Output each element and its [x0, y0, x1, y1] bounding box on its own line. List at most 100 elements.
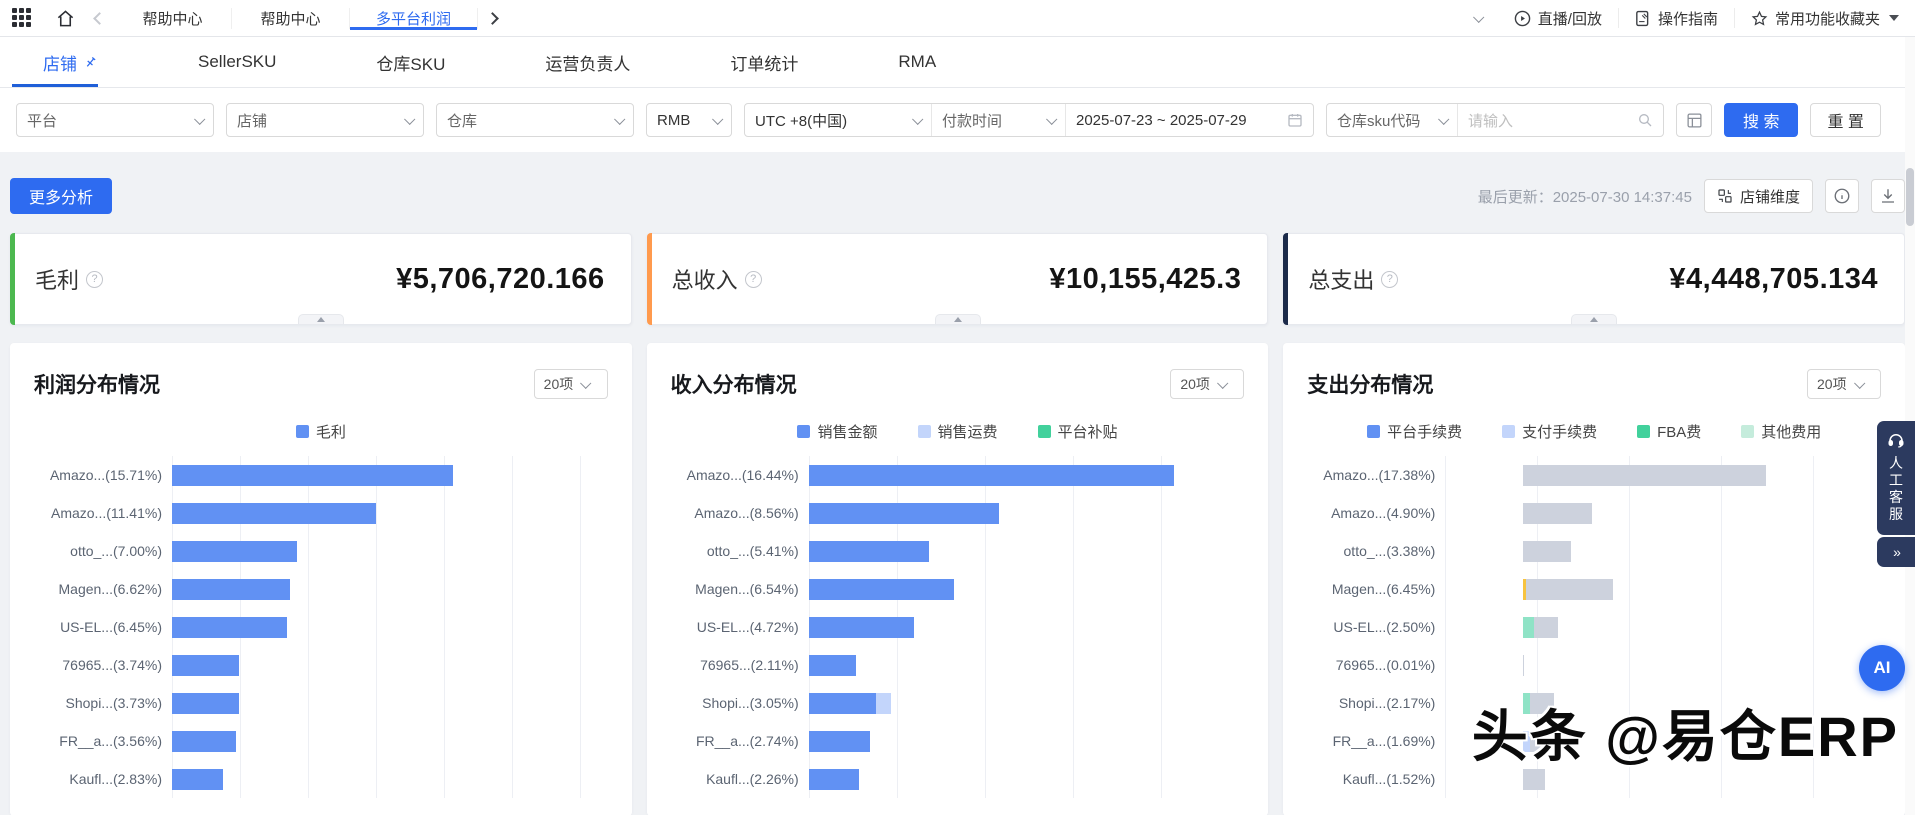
bar-segment[interactable]: [172, 465, 453, 486]
bar-segment[interactable]: [1530, 693, 1553, 714]
warehouse-select[interactable]: 仓库: [436, 103, 634, 137]
scrollbar-thumb[interactable]: [1906, 168, 1914, 226]
tab-scroll-right-icon[interactable]: [478, 0, 507, 36]
bar-segment[interactable]: [172, 769, 223, 790]
bar-segment[interactable]: [1534, 617, 1558, 638]
chart-legend: 毛利: [34, 421, 608, 442]
download-button[interactable]: [1871, 179, 1905, 213]
chart-plot: [172, 456, 608, 798]
support-collapse-button[interactable]: »: [1877, 537, 1915, 567]
date-range-picker[interactable]: 2025-07-23 ~ 2025-07-29: [1065, 104, 1313, 136]
bar-segment[interactable]: [172, 617, 287, 638]
bar-segment[interactable]: [809, 655, 856, 676]
legend-item[interactable]: 销售运费: [918, 421, 998, 442]
category-labels: Amazo...(17.38%)Amazo...(4.90%)otto_...(…: [1307, 456, 1445, 798]
bar-segment[interactable]: [1526, 579, 1614, 600]
bar-segment[interactable]: [809, 731, 870, 752]
legend-item[interactable]: 其他费用: [1741, 421, 1821, 442]
bar-segment[interactable]: [172, 541, 297, 562]
bar-row: [809, 684, 1245, 722]
bar-segment[interactable]: [809, 579, 954, 600]
bar-segment[interactable]: [1523, 693, 1530, 714]
tab-store[interactable]: 店铺: [43, 50, 98, 75]
category-label: Amazo...(16.44%): [671, 456, 809, 494]
legend-item[interactable]: 平台补贴: [1038, 421, 1118, 442]
item-count-value: 20项: [1817, 374, 1847, 394]
store-dimension-button[interactable]: 店铺维度: [1704, 179, 1813, 213]
currency-select[interactable]: RMB: [646, 103, 732, 137]
tabs-dropdown-icon[interactable]: [1458, 8, 1498, 28]
live-replay-button[interactable]: 直播/回放: [1498, 8, 1618, 28]
card-collapse-handle[interactable]: [298, 314, 344, 324]
tab-seller-sku[interactable]: SellerSKU: [198, 52, 276, 72]
tab-operator[interactable]: 运营负责人: [545, 50, 630, 75]
bar-segment[interactable]: [1523, 769, 1544, 790]
bar-row: [172, 608, 608, 646]
tab-scroll-left-icon[interactable]: [85, 0, 114, 36]
app-launcher-icon[interactable]: [12, 8, 32, 28]
bar-row: [1445, 646, 1881, 684]
info-button[interactable]: [1825, 179, 1859, 213]
legend-item[interactable]: 平台手续费: [1367, 421, 1462, 442]
bar-segment[interactable]: [809, 617, 914, 638]
reset-button[interactable]: 重 置: [1810, 103, 1880, 137]
bar-segment[interactable]: [809, 541, 929, 562]
help-icon[interactable]: ?: [745, 271, 762, 288]
tab-order-stats[interactable]: 订单统计: [730, 50, 798, 75]
help-icon[interactable]: ?: [1381, 271, 1398, 288]
item-count-select[interactable]: 20项: [534, 369, 608, 399]
bar-segment[interactable]: [809, 693, 877, 714]
page-tab-help-center-1[interactable]: 帮助中心: [114, 8, 232, 29]
legend-item[interactable]: FBA费: [1637, 421, 1701, 442]
bar-segment[interactable]: [172, 693, 239, 714]
help-icon[interactable]: ?: [86, 271, 103, 288]
download-icon: [1879, 187, 1897, 205]
item-count-select[interactable]: 20项: [1807, 369, 1881, 399]
item-count-select[interactable]: 20项: [1170, 369, 1244, 399]
legend-item[interactable]: 毛利: [296, 421, 346, 442]
legend-item[interactable]: 销售金额: [797, 421, 877, 442]
page-tab-help-center-2[interactable]: 帮助中心: [232, 8, 350, 29]
category-label: 76965...(2.11%): [671, 646, 809, 684]
time-type-select[interactable]: 付款时间: [931, 104, 1065, 136]
bar-segment[interactable]: [1523, 617, 1533, 638]
bar-segment[interactable]: [1523, 541, 1570, 562]
more-analysis-button[interactable]: 更多分析: [10, 178, 112, 214]
category-labels: Amazo...(15.71%)Amazo...(11.41%)otto_...…: [34, 456, 172, 798]
top-tab-bar: 帮助中心 帮助中心 多平台利润 直播/回放 操作指南 常用功能收藏夹: [0, 0, 1915, 37]
tab-warehouse-sku[interactable]: 仓库SKU: [376, 50, 445, 75]
chart-header: 支出分布情况20项: [1307, 369, 1881, 399]
store-select[interactable]: 店铺: [226, 103, 424, 137]
pin-icon: [83, 55, 98, 70]
bar-segment[interactable]: [876, 693, 890, 714]
bar-segment[interactable]: [172, 503, 376, 524]
chevron-down-icon: [194, 114, 205, 125]
search-button[interactable]: 搜 索: [1724, 103, 1798, 137]
legend-item[interactable]: 支付手续费: [1502, 421, 1597, 442]
bar-segment[interactable]: [1523, 503, 1591, 524]
home-icon[interactable]: [46, 0, 85, 36]
card-collapse-handle[interactable]: [1571, 314, 1617, 324]
tab-rma[interactable]: RMA: [898, 52, 936, 72]
page-tab-multi-platform-profit[interactable]: 多平台利润: [350, 8, 478, 29]
legend-swatch: [296, 425, 309, 438]
bar-segment[interactable]: [809, 769, 859, 790]
card-collapse-handle[interactable]: [935, 314, 981, 324]
bar-segment[interactable]: [172, 731, 236, 752]
bar-segment[interactable]: [809, 465, 1174, 486]
ai-assistant-button[interactable]: AI: [1859, 645, 1905, 691]
bar-segment[interactable]: [172, 655, 239, 676]
chevron-down-icon: [1438, 114, 1449, 125]
sku-type-select[interactable]: 仓库sku代码: [1327, 104, 1457, 136]
timezone-select[interactable]: UTC +8(中国): [745, 104, 931, 136]
favorites-menu-button[interactable]: 常用功能收藏夹: [1734, 8, 1915, 28]
batch-input-button[interactable]: [1676, 103, 1712, 137]
bar-segment[interactable]: [1530, 731, 1547, 752]
sku-input[interactable]: 请输入: [1457, 104, 1663, 136]
bar-segment[interactable]: [172, 579, 290, 600]
human-support-widget[interactable]: 人工客服: [1877, 421, 1915, 535]
bar-segment[interactable]: [809, 503, 999, 524]
operation-guide-button[interactable]: 操作指南: [1618, 8, 1734, 28]
platform-select[interactable]: 平台: [16, 103, 214, 137]
bar-segment[interactable]: [1523, 465, 1766, 486]
